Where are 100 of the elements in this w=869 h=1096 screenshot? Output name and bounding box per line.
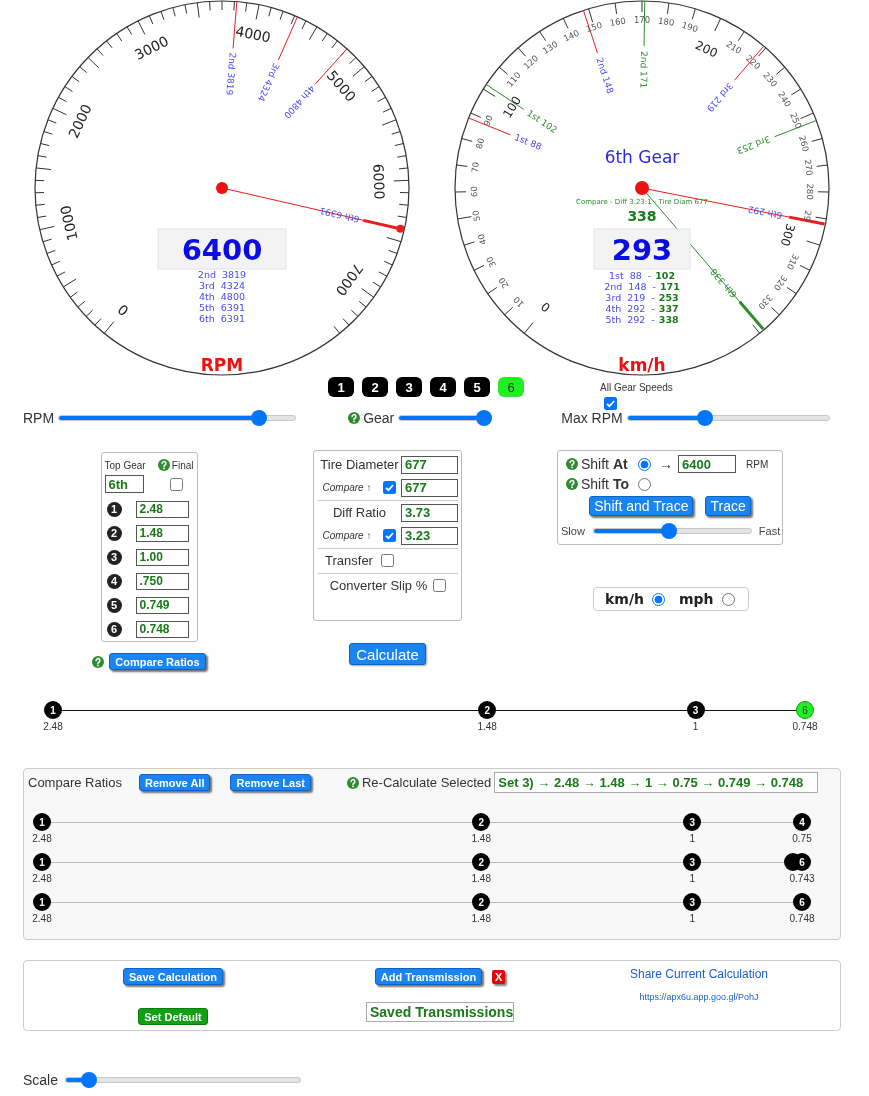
gear-button[interactable]: 6	[498, 377, 524, 397]
gear-button[interactable]: 2	[362, 377, 388, 397]
add-transmission-button[interactable]: Add Transmission	[374, 968, 483, 985]
gear-button[interactable]: 5	[464, 377, 490, 397]
set-default-button[interactable]: Set Default	[138, 1008, 208, 1025]
checkbox[interactable]	[433, 579, 447, 592]
compare-speed: 253	[658, 292, 679, 303]
dial-label: 0	[538, 299, 554, 315]
delete-button[interactable]: X	[492, 969, 506, 984]
saved-transmissions-select[interactable]: Saved Transmissions	[366, 1002, 514, 1022]
radio-button[interactable]	[638, 457, 651, 471]
checkbox[interactable]	[380, 554, 394, 567]
help-icon[interactable]	[157, 459, 170, 471]
slider-thumb[interactable]	[81, 1072, 98, 1088]
checkbox[interactable]	[169, 477, 183, 491]
dial-label: 180	[657, 15, 675, 28]
share-url-link[interactable]: https://apx6u.app.goo.gl/PohJ	[639, 992, 759, 1003]
gear-rpm: 2nd 3819	[197, 269, 247, 280]
dial-label: 310	[784, 252, 801, 272]
ratio-field[interactable]: 0.748	[135, 620, 189, 638]
compare-speed: 171	[659, 281, 680, 292]
needle-label: 6th 292	[747, 204, 784, 221]
gear-node: 2	[472, 893, 491, 911]
slow-label: Slow	[561, 525, 585, 537]
checkbox[interactable]	[383, 481, 397, 494]
gear-node: 3	[683, 853, 702, 871]
dial-label: 1000	[57, 203, 81, 243]
compare-ratios-button[interactable]: Compare Ratios	[109, 653, 206, 670]
slider-thumb[interactable]	[661, 523, 678, 539]
calculate-button[interactable]: Calculate	[349, 643, 426, 665]
radio-button[interactable]	[638, 477, 651, 491]
slider[interactable]	[65, 1072, 302, 1088]
value-field[interactable]: 677	[401, 478, 458, 497]
dial-label: 2000	[65, 101, 95, 141]
trace-button[interactable]: Trace	[705, 496, 751, 516]
gear-node: 1	[44, 701, 62, 719]
gear-rpm: 6th 6391	[199, 313, 245, 324]
unit-label: km/h	[605, 591, 644, 607]
dial-label: 280	[804, 183, 816, 200]
checkbox[interactable]	[383, 529, 397, 542]
radio-button[interactable]	[652, 592, 665, 606]
leader-line	[468, 117, 511, 136]
gear-button[interactable]: 1	[328, 377, 354, 397]
compare-speed-reading: 338	[627, 208, 657, 224]
gear-button[interactable]: 3	[396, 377, 422, 397]
help-icon[interactable]	[348, 412, 361, 424]
slider[interactable]	[398, 410, 493, 426]
gear-button[interactable]: 4	[430, 377, 456, 397]
value-field[interactable]: 3.23	[401, 526, 458, 545]
ratio-value: 1	[689, 833, 695, 845]
ratio-field[interactable]: 1.00	[135, 548, 189, 566]
ratio-field[interactable]: .750	[135, 572, 189, 590]
slider[interactable]	[592, 523, 752, 539]
radio-button[interactable]	[721, 592, 735, 606]
needle-label: 6th 6391	[318, 205, 361, 225]
help-icon[interactable]	[566, 458, 578, 470]
ratio-value: 1.48	[471, 873, 491, 885]
slider[interactable]	[58, 410, 297, 426]
gear-rpm: 4th 4800	[199, 291, 245, 302]
remove-last-button[interactable]: Remove Last	[230, 774, 311, 791]
dial-label: 30	[484, 254, 499, 269]
shift-rpm-field[interactable]: 6400	[678, 455, 736, 473]
gauge-unit: RPM	[200, 355, 244, 375]
gear-speed: 4th 292 -	[605, 303, 655, 314]
gear-node: 2	[472, 813, 491, 831]
ratio-field[interactable]: 1.48	[135, 524, 189, 542]
shift-mark-label: 2nd 148	[594, 56, 616, 95]
gear-speed: 3rd 219 -	[605, 292, 655, 303]
help-icon[interactable]	[346, 776, 359, 789]
shift-and-trace-button[interactable]: Shift and Trace	[589, 496, 694, 516]
ratio-set-select[interactable]: Set 3) → 2.48 → 1.48 → 1 → 0.75 → 0.749 → 0.748	[494, 772, 819, 793]
help-icon[interactable]	[92, 655, 105, 668]
remove-all-button[interactable]: Remove All	[138, 774, 211, 791]
dial-label: 260	[797, 134, 811, 153]
compare-speed: 337	[658, 303, 679, 314]
slider-thumb[interactable]	[251, 410, 268, 426]
slider[interactable]	[626, 410, 830, 426]
slider-thumb[interactable]	[696, 410, 713, 426]
dial-label: 29	[801, 209, 814, 222]
dial-label: 90	[481, 113, 495, 128]
top-gear-field[interactable]: 6th	[104, 475, 144, 493]
shift-mark-label: 3rd 253	[735, 133, 772, 156]
field-label: Tire Diameter	[320, 457, 399, 472]
value-field[interactable]: 3.73	[401, 503, 458, 522]
ratio-field[interactable]: 2.48	[135, 500, 189, 518]
slider-thumb[interactable]	[476, 410, 493, 426]
save-calculation-button[interactable]: Save Calculation	[122, 968, 223, 985]
share-link[interactable]: Share Current Calculation	[629, 967, 769, 981]
ratio-value: 1	[689, 873, 695, 885]
help-icon[interactable]	[566, 478, 578, 490]
dial-label: 4000	[234, 22, 273, 46]
gear-rpm: 5th 6391	[199, 302, 245, 313]
fast-label: Fast	[758, 525, 781, 537]
shift-option-label: Shift At	[581, 456, 629, 472]
ratio-field[interactable]: 0.749	[135, 596, 189, 614]
compare-ratios-title: Compare Ratios	[28, 775, 122, 790]
ratio-value: 2.48	[32, 833, 52, 845]
value-field[interactable]: 677	[401, 455, 458, 474]
checkbox[interactable]	[604, 397, 617, 410]
gear-speed: 1st 88 -	[608, 270, 652, 281]
